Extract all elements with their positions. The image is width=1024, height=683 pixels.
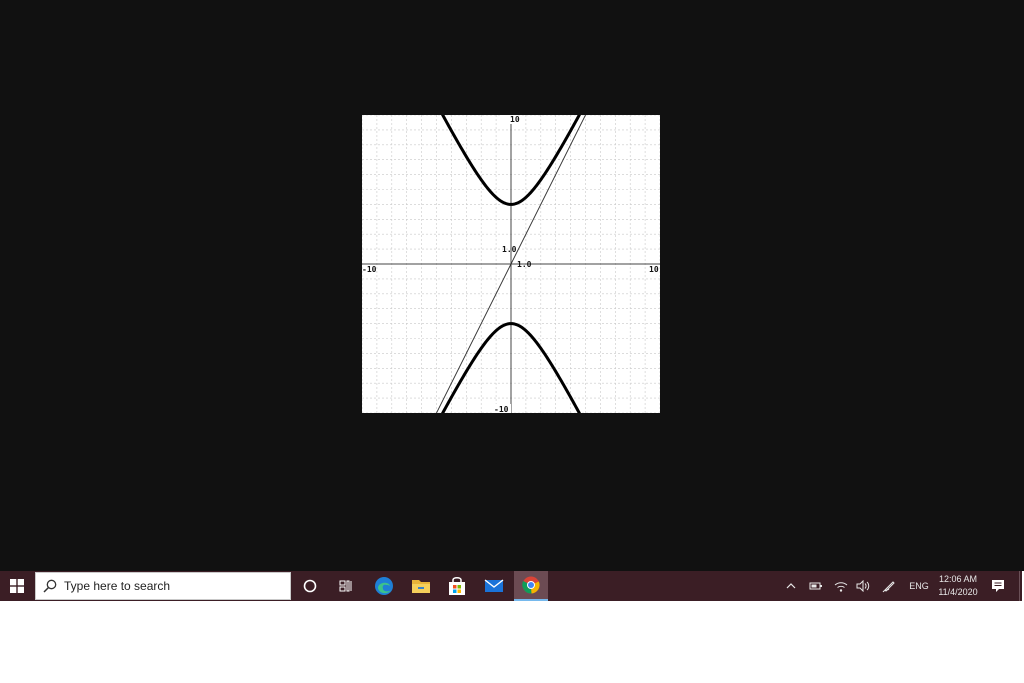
action-center-button[interactable]: [988, 571, 1008, 601]
battery-status-button[interactable]: [807, 571, 825, 601]
y-unit-label: 1.0: [502, 245, 517, 254]
mail-app-button[interactable]: [480, 571, 508, 601]
edge-app-button[interactable]: [370, 571, 398, 601]
taskbar: Type here to search ENG 12:06 AM 11/4/20…: [0, 571, 1022, 601]
pen-icon: [882, 581, 895, 593]
task-view-icon: [339, 580, 352, 592]
network-status-button[interactable]: [832, 571, 850, 601]
chevron-up-icon: [786, 583, 796, 589]
x-min-label: -10: [362, 265, 377, 274]
x-max-label: 10: [649, 265, 659, 274]
mail-icon: [484, 579, 504, 592]
clock-time: 12:06 AM: [938, 574, 978, 584]
chrome-app-button[interactable]: [514, 571, 548, 601]
notification-icon: [992, 580, 1004, 592]
search-icon: [36, 579, 64, 593]
speaker-icon: [856, 580, 870, 592]
y-max-label: 10: [510, 115, 520, 124]
clock-date: 11/4/2020: [938, 587, 978, 597]
start-button[interactable]: [0, 571, 34, 601]
cortana-circle-icon: [303, 579, 317, 593]
wifi-icon: [834, 582, 848, 592]
task-view-button[interactable]: [332, 571, 360, 601]
chrome-icon: [522, 576, 540, 594]
store-bag-icon: [449, 577, 465, 595]
windows-logo-icon: [10, 579, 24, 593]
store-app-button[interactable]: [443, 571, 471, 601]
battery-icon: [809, 582, 822, 590]
file-explorer-button[interactable]: [407, 571, 435, 601]
x-unit-label: 1.0: [517, 260, 532, 269]
search-placeholder: Type here to search: [64, 579, 171, 593]
clock[interactable]: 12:06 AM 11/4/2020: [933, 571, 983, 601]
taskbar-search-input[interactable]: Type here to search: [35, 572, 291, 600]
hyperbola-graph: 10 -10 -10 10 1.0 1.0: [362, 115, 660, 413]
graph-window[interactable]: 10 -10 -10 10 1.0 1.0: [362, 115, 660, 413]
volume-button[interactable]: [854, 571, 872, 601]
y-min-label: -10: [494, 405, 509, 413]
show-hidden-icons-button[interactable]: [782, 571, 800, 601]
input-language-indicator[interactable]: ENG: [905, 571, 933, 601]
cortana-button[interactable]: [296, 571, 324, 601]
show-desktop-button[interactable]: [1019, 571, 1022, 601]
edge-icon: [375, 577, 393, 595]
folder-icon: [412, 580, 430, 593]
windows-ink-button[interactable]: [880, 571, 898, 601]
